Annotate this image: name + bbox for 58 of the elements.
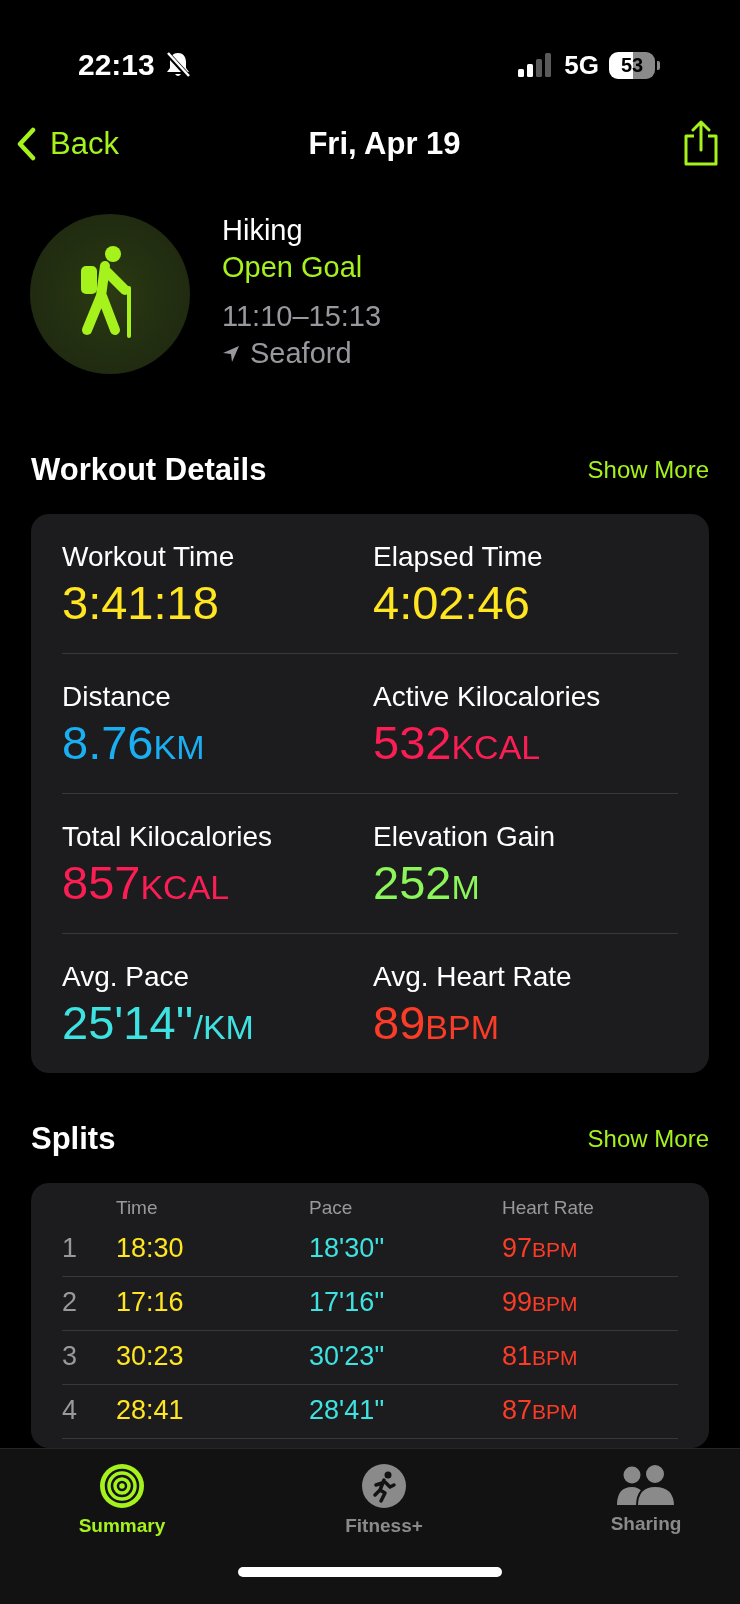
- activity-rings-icon: [99, 1463, 145, 1509]
- metric-label: Active Kilocalories: [373, 681, 602, 713]
- split-heart-rate: 81BPM: [502, 1331, 678, 1385]
- workout-location: Seaford: [250, 337, 352, 370]
- tab[interactable]: Sharing: [596, 1463, 696, 1537]
- metric-label: Avg. Pace: [62, 961, 191, 993]
- metric-label: Avg. Heart Rate: [373, 961, 573, 993]
- split-pace: 18'30'': [309, 1223, 502, 1277]
- tab[interactable]: Fitness+: [334, 1463, 434, 1537]
- tab[interactable]: Summary: [72, 1463, 172, 1537]
- location-arrow-icon: [222, 344, 240, 363]
- metric-value: 532KCAL: [373, 715, 542, 770]
- column-header: Pace: [309, 1196, 354, 1220]
- split-heart-rate: 87BPM: [502, 1385, 678, 1439]
- workout-type: Hiking: [222, 214, 304, 247]
- workout-time-range: 11:10–15:13: [222, 300, 382, 333]
- bell-slash-icon: [164, 51, 191, 79]
- metric-label: Total Kilocalories: [62, 821, 274, 853]
- status-time: 22:13: [78, 48, 155, 82]
- metric-value: 4:02:46: [373, 575, 531, 630]
- back-button[interactable]: Back: [16, 126, 119, 162]
- split-time: 30:23: [116, 1331, 309, 1385]
- network-label: 5G: [564, 49, 599, 81]
- metric-value: 252M: [373, 855, 481, 910]
- back-chevron-icon: [16, 127, 36, 161]
- metric-label: Elapsed Time: [373, 541, 544, 573]
- metric-value: 3:41:18: [62, 575, 220, 630]
- split-number: 2: [62, 1277, 116, 1331]
- metric-value: 89BPM: [373, 995, 500, 1050]
- people-icon: [615, 1463, 677, 1507]
- split-heart-rate: 97BPM: [502, 1223, 678, 1277]
- split-time: 28:41: [116, 1385, 309, 1439]
- share-button[interactable]: [682, 119, 720, 169]
- column-header: Heart Rate: [502, 1196, 595, 1220]
- nav-title: Fri, Apr 19: [308, 126, 461, 162]
- section-title: Splits: [31, 1121, 116, 1157]
- split-number: 1: [62, 1223, 116, 1277]
- workout-goal: Open Goal: [222, 251, 364, 284]
- split-pace: 28'41'': [309, 1385, 502, 1439]
- runner-icon: [361, 1463, 407, 1509]
- split-number: 4: [62, 1385, 116, 1439]
- metric-label: Distance: [62, 681, 172, 713]
- battery-indicator: 53: [609, 51, 655, 79]
- metric-label: Workout Time: [62, 541, 236, 573]
- split-time: 18:30: [116, 1223, 309, 1277]
- split-time: 17:16: [116, 1277, 309, 1331]
- split-number: 3: [62, 1331, 116, 1385]
- split-pace: 17'16'': [309, 1277, 502, 1331]
- section-title: Workout Details: [31, 452, 267, 488]
- metric-value: 25'14''/KM: [62, 995, 255, 1050]
- metric-value: 857KCAL: [62, 855, 231, 910]
- show-more-link[interactable]: Show More: [587, 456, 709, 484]
- split-heart-rate: 99BPM: [502, 1277, 678, 1331]
- metric-value: 8.76KM: [62, 715, 206, 770]
- split-pace: 30'23'': [309, 1331, 502, 1385]
- column-header: Time: [116, 1196, 159, 1220]
- metric-label: Elevation Gain: [373, 821, 557, 853]
- show-more-link[interactable]: Show More: [587, 1125, 709, 1153]
